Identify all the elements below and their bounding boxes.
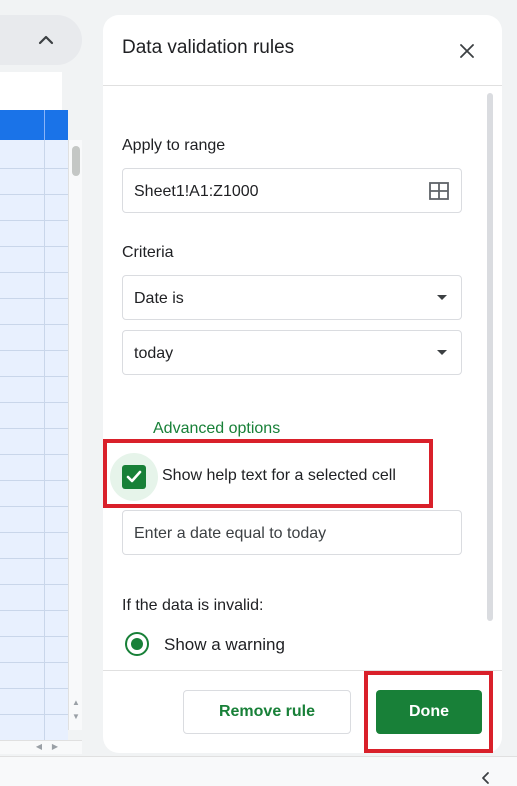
- selected-column-header[interactable]: [0, 110, 68, 140]
- data-validation-panel: Data validation rules Apply to range She…: [103, 15, 502, 753]
- highlight-box-checkbox: [103, 439, 433, 508]
- scroll-left-arrow-icon[interactable]: ◀: [34, 742, 44, 752]
- scroll-down-arrow-icon[interactable]: ▼: [71, 712, 81, 722]
- show-warning-radio[interactable]: [125, 632, 149, 656]
- highlight-box-done: [364, 671, 493, 753]
- range-value: Sheet1!A1:Z1000: [134, 183, 259, 200]
- criteria-type-value: Date is: [134, 290, 184, 307]
- scroll-right-arrow-icon[interactable]: ▶: [50, 742, 60, 752]
- sheet-horizontal-scrollbar[interactable]: ◀ ▶: [0, 740, 82, 754]
- panel-scrollbar[interactable]: [487, 93, 493, 621]
- chevron-up-icon[interactable]: [36, 30, 56, 50]
- help-text-input[interactable]: Enter a date equal to today: [122, 510, 462, 555]
- range-input[interactable]: Sheet1!A1:Z1000: [122, 168, 462, 213]
- show-warning-label[interactable]: Show a warning: [164, 635, 285, 655]
- scroll-up-arrow-icon[interactable]: ▲: [71, 698, 81, 708]
- criteria-value: today: [134, 345, 174, 362]
- invalid-data-label: If the data is invalid:: [122, 597, 264, 614]
- criteria-value-dropdown[interactable]: today: [122, 330, 462, 375]
- header-divider: [103, 85, 502, 86]
- grid-select-icon[interactable]: [429, 182, 449, 200]
- spreadsheet-grid[interactable]: [0, 110, 68, 740]
- panel-title: Data validation rules: [122, 37, 295, 58]
- sheet-tabs-bar: [0, 756, 517, 786]
- criteria-type-dropdown[interactable]: Date is: [122, 275, 462, 320]
- apply-range-label: Apply to range: [122, 137, 226, 154]
- close-button[interactable]: [455, 39, 479, 63]
- close-icon[interactable]: [460, 44, 474, 58]
- dropdown-caret-icon: [437, 350, 447, 355]
- dropdown-caret-icon: [437, 295, 447, 300]
- sheet-vertical-scrollbar[interactable]: ▲ ▼: [68, 140, 82, 730]
- sheet-scroll-thumb[interactable]: [72, 146, 80, 176]
- formula-bar-area: [0, 72, 62, 110]
- help-text-input-value: Enter a date equal to today: [134, 525, 327, 542]
- chevron-left-icon[interactable]: [478, 770, 494, 786]
- remove-rule-button[interactable]: Remove rule: [183, 690, 351, 734]
- criteria-label: Criteria: [122, 244, 174, 261]
- advanced-options-toggle[interactable]: Advanced options: [153, 420, 280, 438]
